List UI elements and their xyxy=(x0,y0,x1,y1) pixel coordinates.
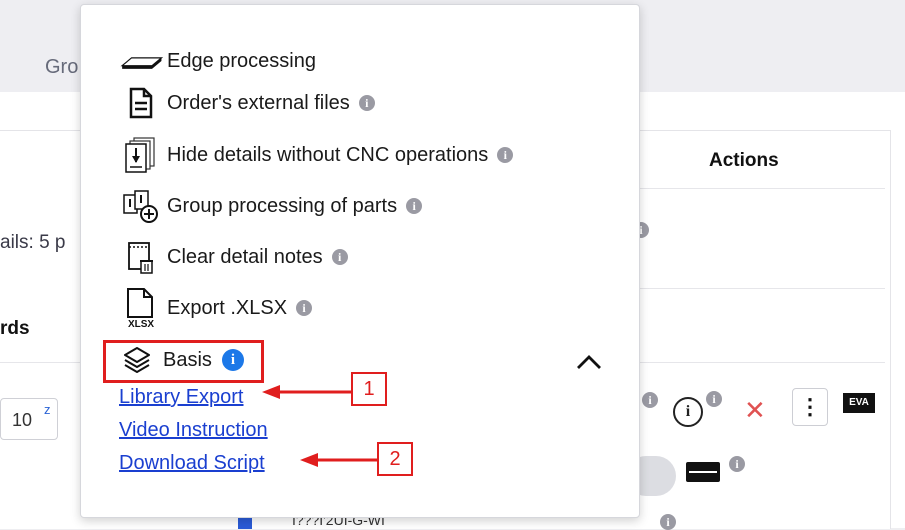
info-icon[interactable]: i xyxy=(706,391,722,407)
annotation-arrow-1 xyxy=(262,385,352,399)
info-icon[interactable]: i xyxy=(406,198,423,214)
annotation-arrow-2 xyxy=(300,453,378,467)
annotation-callout-2: 2 xyxy=(377,442,413,476)
menu-item-edge-processing[interactable]: Edge processing xyxy=(119,41,316,81)
tab-group-partial[interactable]: Gro xyxy=(45,56,78,79)
edge-icon xyxy=(119,41,163,81)
edge-band-icon[interactable] xyxy=(686,462,720,482)
menu-item-clear-notes[interactable]: Clear detail notes i xyxy=(119,237,348,277)
divider xyxy=(0,362,80,363)
column-header-partial: rds xyxy=(0,318,30,339)
more-actions-button[interactable]: ⋮ xyxy=(792,388,828,426)
info-icon[interactable]: i xyxy=(331,249,348,265)
menu-item-export-xlsx[interactable]: XLSX Export .XLSX i xyxy=(119,288,313,329)
menu-item-hide-details[interactable]: Hide details without CNC operations i xyxy=(119,135,514,175)
divider xyxy=(640,188,885,189)
menu-item-external-files[interactable]: Order's external files i xyxy=(119,83,375,123)
chevron-up-icon[interactable] xyxy=(575,353,603,371)
eva-badge[interactable]: EVA xyxy=(843,393,875,413)
info-icon[interactable]: i xyxy=(497,147,514,163)
annotation-callout-1: 1 xyxy=(351,372,387,406)
info-icon[interactable]: i xyxy=(296,300,313,316)
delete-button[interactable]: ✕ xyxy=(744,396,766,424)
info-icon[interactable]: i xyxy=(729,456,745,472)
menu-item-label: Clear detail notes xyxy=(167,245,323,268)
info-icon[interactable]: i xyxy=(642,392,658,408)
library-export-link[interactable]: Library Export xyxy=(119,386,244,409)
xlsx-icon: XLSX xyxy=(119,288,163,329)
details-info-icon[interactable]: i xyxy=(673,397,703,427)
menu-item-label: Group processing of parts xyxy=(167,194,398,217)
menu-item-label: Order's external files xyxy=(167,91,350,114)
actions-column-header: Actions xyxy=(709,150,779,171)
cnc-details-icon xyxy=(119,135,163,175)
xlsx-icon-label: XLSX xyxy=(128,319,154,329)
menu-item-label: Edge processing xyxy=(167,49,316,72)
divider xyxy=(640,362,885,363)
menu-item-label: Export .XLSX xyxy=(167,296,288,319)
quantity-unit: z xyxy=(44,402,51,417)
highlight-box-basis xyxy=(103,340,264,383)
tools-dropdown-menu: Edge processing Order's external files i xyxy=(80,4,640,518)
menu-item-label: Hide details without CNC operations xyxy=(167,143,489,166)
video-instruction-link[interactable]: Video Instruction xyxy=(119,419,268,442)
group-processing-icon xyxy=(119,186,163,226)
menu-item-group-processing[interactable]: Group processing of parts i xyxy=(119,186,423,226)
info-icon[interactable]: i xyxy=(358,95,375,111)
divider xyxy=(640,288,885,289)
details-summary-partial: ails: 5 p xyxy=(0,232,66,253)
download-script-link[interactable]: Download Script xyxy=(119,452,265,475)
file-icon xyxy=(119,83,163,123)
clear-notes-icon xyxy=(119,237,163,277)
quantity-value: 10 xyxy=(12,410,33,430)
